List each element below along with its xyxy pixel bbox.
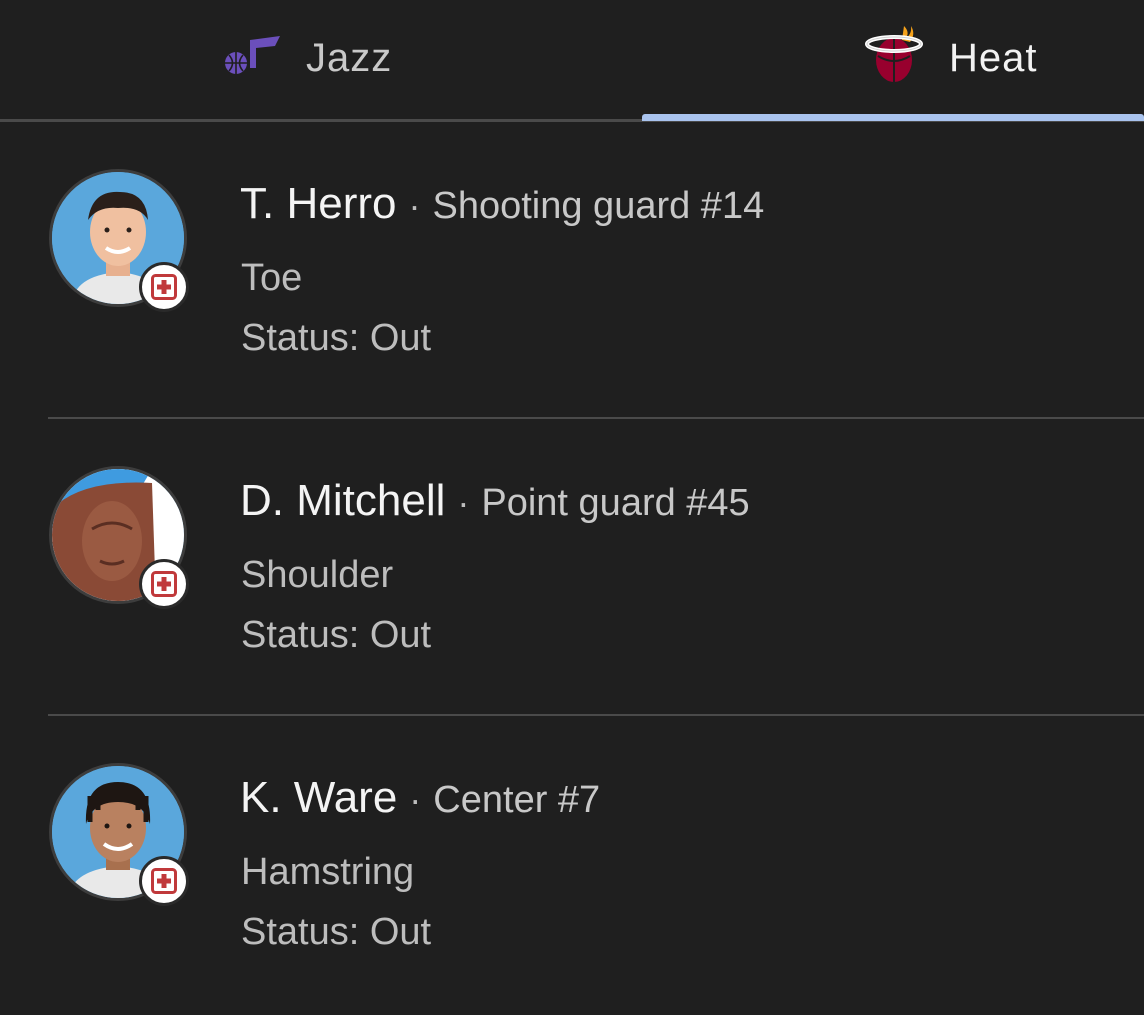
player-position: Center #7: [433, 779, 601, 821]
injury-status: Status: Out: [241, 911, 432, 953]
tab-heat-label: Heat: [949, 36, 1038, 80]
player-name: K. Ware: [240, 773, 398, 822]
player-row[interactable]: K. Ware · Center #7 Hamstring Status: Out: [0, 716, 1144, 1013]
injury-type: Shoulder: [241, 554, 394, 596]
injury-badge: [139, 262, 189, 312]
medical-cross-icon: [151, 868, 177, 894]
selected-tab-indicator: [642, 114, 1144, 121]
player-heading: D. Mitchell · Point guard #45: [240, 475, 750, 529]
injury-report-screen: Jazz Heat T. Herro · Shooting guard #14 …: [0, 0, 1144, 1015]
medical-cross-icon: [151, 571, 177, 597]
separator-dot: ·: [409, 779, 422, 820]
medical-cross-icon: [151, 274, 177, 300]
player-name: D. Mitchell: [240, 476, 446, 525]
separator-dot: ·: [457, 482, 470, 523]
player-row[interactable]: D. Mitchell · Point guard #45 Shoulder Sta…: [0, 419, 1144, 716]
player-position: Shooting guard #14: [432, 185, 765, 227]
player-position: Point guard #45: [481, 482, 750, 524]
player-heading: K. Ware · Center #7: [240, 772, 600, 826]
tab-jazz-label: Jazz: [306, 36, 393, 80]
player-heading: T. Herro · Shooting guard #14: [240, 178, 764, 232]
injury-type: Toe: [241, 257, 303, 299]
injury-type: Hamstring: [241, 851, 415, 893]
injury-status: Status: Out: [241, 317, 432, 359]
player-row[interactable]: T. Herro · Shooting guard #14 Toe Status: …: [0, 122, 1144, 419]
injury-badge: [139, 559, 189, 609]
injury-badge: [139, 856, 189, 906]
tab-jazz[interactable]: Jazz: [0, 0, 572, 119]
tab-heat[interactable]: Heat: [642, 0, 1144, 119]
heat-logo-icon: [864, 22, 926, 86]
injury-status: Status: Out: [241, 614, 432, 656]
jazz-logo-icon: [220, 30, 282, 80]
team-tabs: Jazz Heat: [0, 0, 1144, 122]
player-name: T. Herro: [240, 179, 397, 228]
injury-list: T. Herro · Shooting guard #14 Toe Status: …: [0, 122, 1144, 1013]
separator-dot: ·: [408, 185, 421, 226]
